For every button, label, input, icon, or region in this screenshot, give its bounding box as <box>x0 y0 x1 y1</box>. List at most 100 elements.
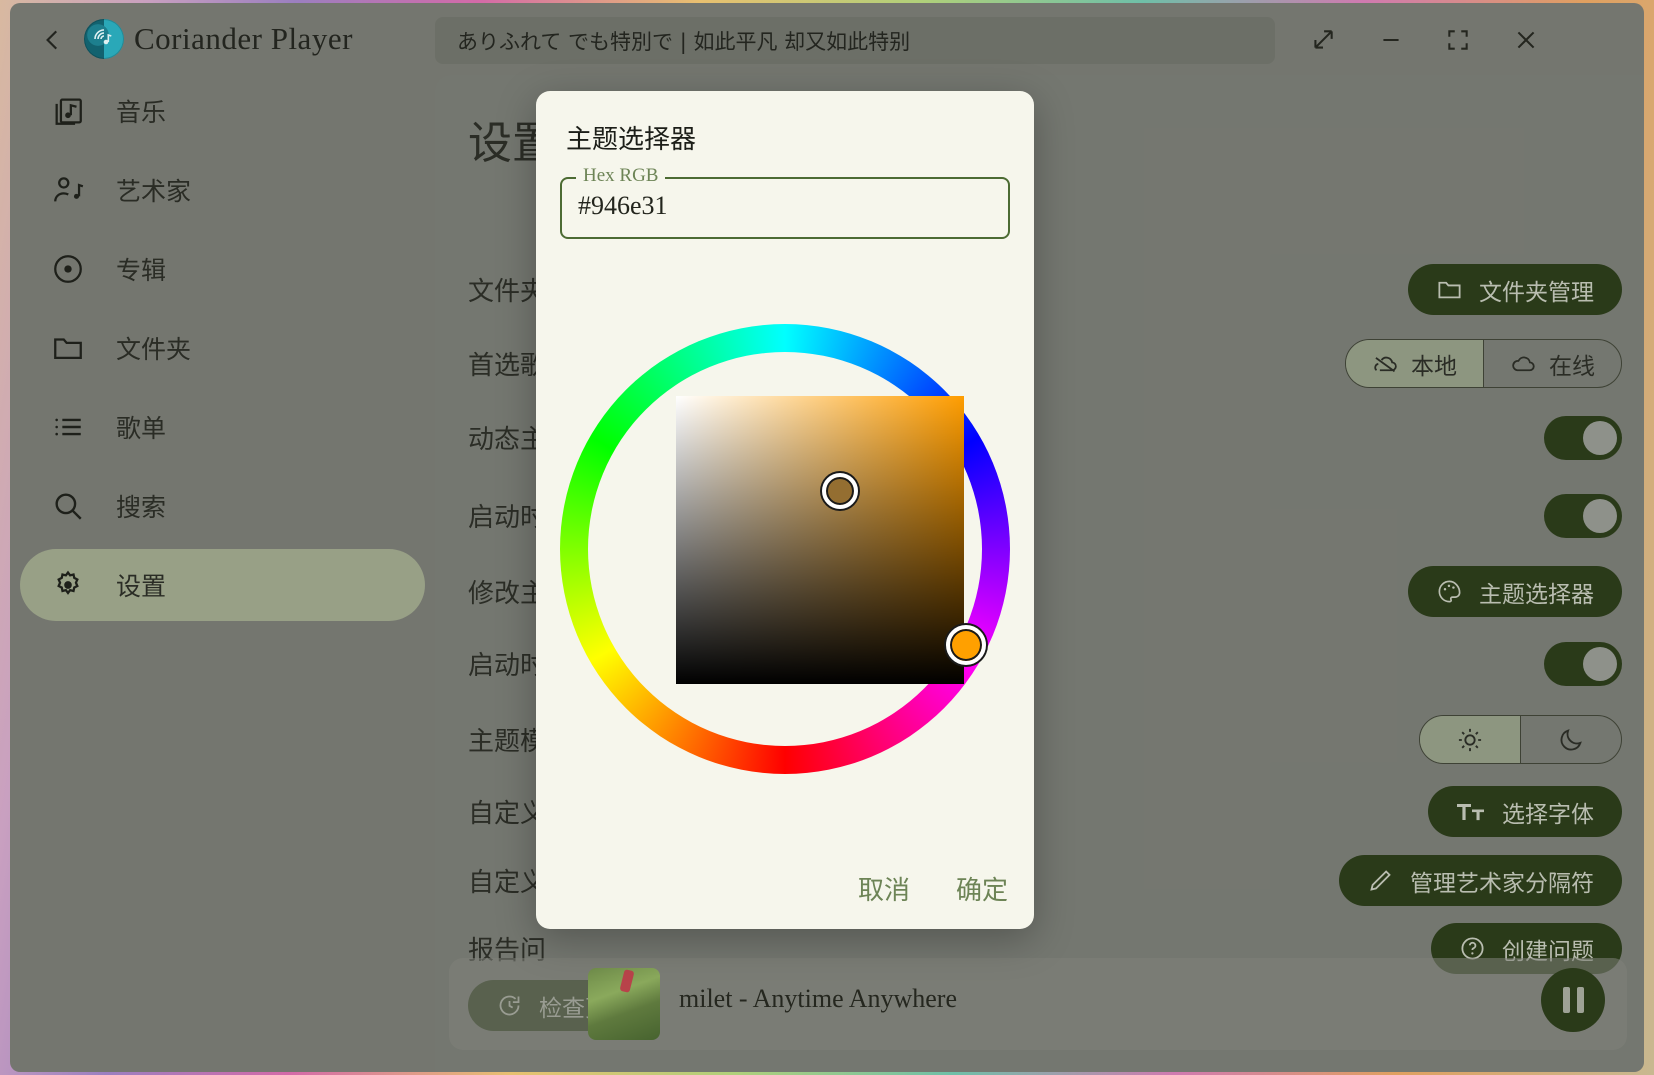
settings-row-label: 自定义 <box>468 868 547 898</box>
hue-thumb[interactable] <box>946 625 986 665</box>
settings-row-control <box>1544 493 1622 538</box>
sidebar-item-label: 歌单 <box>116 414 167 443</box>
settings-row-control: 选择字体 <box>1428 786 1622 837</box>
settings-row-control <box>1544 415 1622 460</box>
expand-icon <box>1310 27 1336 53</box>
segment-light-mode[interactable] <box>1420 716 1520 763</box>
settings-row-control <box>1544 641 1622 686</box>
palette-icon <box>1436 578 1463 605</box>
moon-icon <box>1557 726 1585 754</box>
fullscreen-window-button[interactable] <box>1435 17 1481 63</box>
sidebar-item-label: 文件夹 <box>116 335 192 364</box>
sidebar-item-search[interactable]: 搜索 <box>20 470 425 542</box>
settings-row-label: 启动时 <box>468 503 547 533</box>
settings-row-label: 动态主 <box>468 425 547 455</box>
folder-management-button[interactable]: 文件夹管理 <box>1408 264 1622 315</box>
app-window: Coriander Player ありふれて でも特別で | 如此平凡 却又如此… <box>10 3 1644 1072</box>
minimize-window-button[interactable] <box>1368 17 1414 63</box>
hex-rgb-field[interactable]: Hex RGB #946e31 <box>560 165 1010 239</box>
theme-picker-dialog: 主题选择器 Hex RGB #946e31 取消 确定 <box>536 91 1034 929</box>
album-art-detail <box>619 969 635 993</box>
settings-row-label: 主题模 <box>468 727 547 757</box>
settings-row-label: 首选歌 <box>468 351 547 381</box>
sidebar-item-playlists[interactable]: 歌单 <box>20 391 425 463</box>
sun-icon <box>1456 726 1484 754</box>
settings-row-label: 修改主 <box>468 579 547 609</box>
button-label: 选择字体 <box>1502 801 1594 828</box>
settings-row-control: 文件夹管理 <box>1408 264 1622 315</box>
button-label: 管理艺术家分隔符 <box>1410 870 1594 897</box>
close-icon <box>1513 27 1539 53</box>
startup-toggle-1[interactable] <box>1544 493 1622 538</box>
playlist-icon <box>48 407 88 447</box>
lyric-source-segmented-control[interactable]: 本地 在线 <box>1345 339 1622 388</box>
play-pause-button[interactable] <box>1541 968 1605 1032</box>
settings-row-control <box>1419 715 1622 764</box>
chevron-left-icon <box>40 27 66 53</box>
toggle-knob <box>1583 646 1617 681</box>
sidebar-item-folders[interactable]: 文件夹 <box>20 312 425 384</box>
field-legend: Hex RGB <box>576 165 666 187</box>
desktop-background: Coriander Player ありふれて でも特別で | 如此平凡 却又如此… <box>0 0 1654 1075</box>
pencil-icon <box>1367 867 1394 894</box>
app-logo-icon <box>84 19 124 59</box>
sidebar-item-music[interactable]: 音乐 <box>20 75 425 147</box>
title-bar: Coriander Player ありふれて でも特別で | 如此平凡 却又如此… <box>10 3 1644 75</box>
sidebar-item-label: 音乐 <box>116 98 167 127</box>
dynamic-theme-toggle[interactable] <box>1544 415 1622 460</box>
text-format-icon <box>1456 799 1486 825</box>
pause-icon <box>1562 987 1584 1013</box>
sidebar-item-albums[interactable]: 专辑 <box>20 233 425 305</box>
startup-toggle-2[interactable] <box>1544 641 1622 686</box>
select-font-button[interactable]: 选择字体 <box>1428 786 1622 837</box>
sidebar-item-label: 搜索 <box>116 493 167 522</box>
segment-label: 本地 <box>1411 353 1457 380</box>
theme-picker-button[interactable]: 主题选择器 <box>1408 566 1622 617</box>
cloud-off-icon <box>1372 350 1399 377</box>
segment-online[interactable]: 在线 <box>1483 340 1621 387</box>
button-label: 文件夹管理 <box>1479 279 1594 306</box>
saturation-value-thumb[interactable] <box>822 473 858 509</box>
segment-local[interactable]: 本地 <box>1346 340 1483 387</box>
artist-icon <box>48 170 88 210</box>
folder-icon <box>48 328 88 368</box>
settings-row-label: 文件夹 <box>468 277 547 307</box>
album-art[interactable] <box>588 968 660 1040</box>
back-button[interactable] <box>32 19 74 61</box>
sidebar-item-settings[interactable]: 设置 <box>20 549 425 621</box>
dialog-actions: 取消 确定 <box>858 870 1008 907</box>
hex-rgb-input[interactable]: #946e31 <box>578 191 668 221</box>
close-window-button[interactable] <box>1503 17 1549 63</box>
confirm-button[interactable]: 确定 <box>956 870 1008 907</box>
fullscreen-icon <box>1445 27 1471 53</box>
segment-label: 在线 <box>1549 353 1595 380</box>
segment-dark-mode[interactable] <box>1520 716 1621 763</box>
music-library-icon <box>48 91 88 131</box>
theme-mode-segmented-control[interactable] <box>1419 715 1622 764</box>
folder-icon <box>1436 276 1463 303</box>
button-label: 主题选择器 <box>1479 581 1594 608</box>
settings-row-control: 管理艺术家分隔符 <box>1339 855 1622 906</box>
expand-window-button[interactable] <box>1300 17 1346 63</box>
search-icon <box>48 486 88 526</box>
settings-row-control: 主题选择器 <box>1408 566 1622 617</box>
sidebar-item-label: 艺术家 <box>116 177 192 206</box>
cloud-icon <box>1510 350 1537 377</box>
app-title: Coriander Player <box>134 21 353 56</box>
now-playing-title-text: ありふれて でも特別で | 如此平凡 却又如此特别 <box>457 29 911 54</box>
settings-row-label: 自定义 <box>468 799 547 829</box>
dialog-title: 主题选择器 <box>566 125 697 155</box>
toggle-knob <box>1583 420 1617 455</box>
sidebar-item-label: 专辑 <box>116 256 167 285</box>
settings-row-control: 本地 在线 <box>1345 339 1622 388</box>
manage-artist-separator-button[interactable]: 管理艺术家分隔符 <box>1339 855 1622 906</box>
album-disc-icon <box>48 249 88 289</box>
toggle-knob <box>1583 498 1617 533</box>
now-playing-track: milet - Anytime Anywhere <box>679 984 958 1013</box>
minimize-icon <box>1378 27 1404 53</box>
saturation-value-square[interactable] <box>676 396 964 684</box>
sidebar-item-artists[interactable]: 艺术家 <box>20 154 425 226</box>
cancel-button[interactable]: 取消 <box>858 870 910 907</box>
sidebar-item-label: 设置 <box>116 572 167 601</box>
now-playing-title-bar[interactable]: ありふれて でも特別で | 如此平凡 却又如此特别 <box>435 17 1275 64</box>
